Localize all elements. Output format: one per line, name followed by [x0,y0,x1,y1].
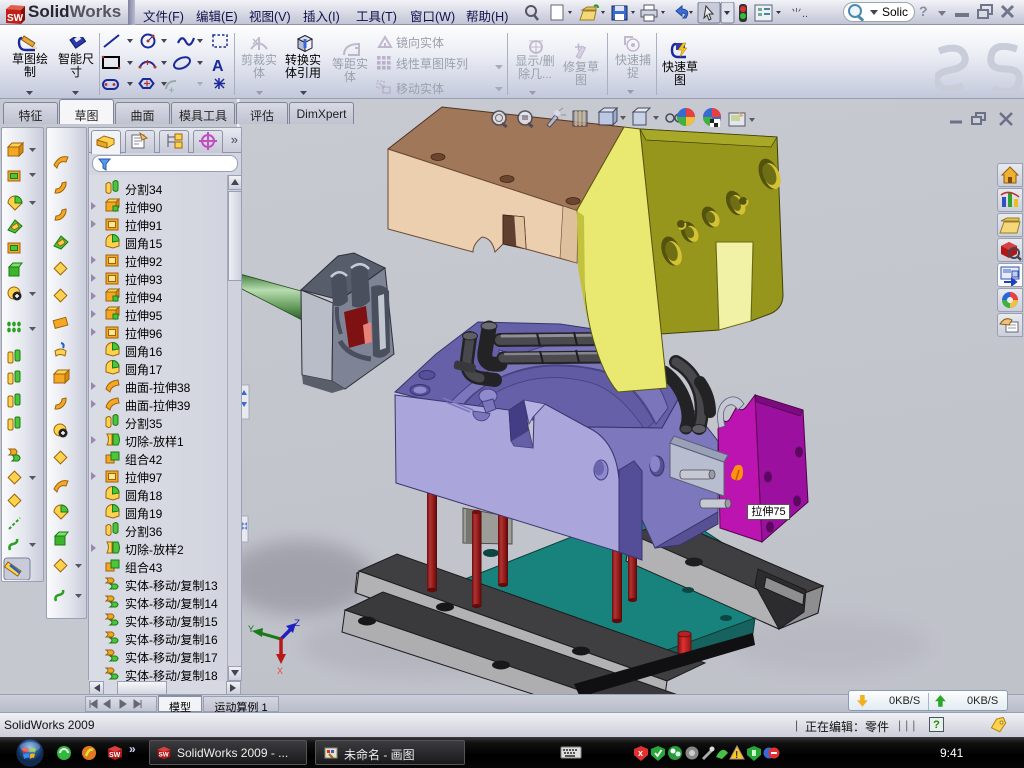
svg-text:Y: Y [248,625,254,636]
svg-text:Z: Z [294,619,300,630]
svg-text:x: x [638,748,643,758]
svg-text:SW: SW [159,752,169,759]
svg-text:X: X [277,667,283,678]
svg-text:A: A [212,58,224,75]
svg-text:⺌..: ⺌.. [791,7,808,20]
svg-text:SW: SW [7,13,24,24]
svg-text:!: ! [735,750,738,761]
svg-text:SW: SW [109,752,121,759]
